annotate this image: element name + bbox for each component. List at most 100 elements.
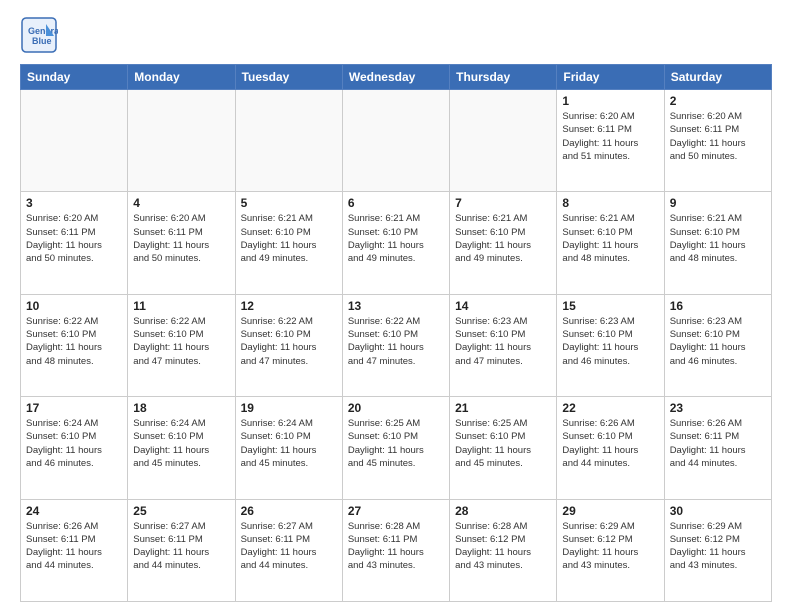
calendar-cell: 25 Sunrise: 6:27 AM Sunset: 6:11 PM Dayli… [128, 499, 235, 601]
day-info: Sunrise: 6:21 AM Sunset: 6:10 PM Dayligh… [455, 212, 551, 265]
day-info: Sunrise: 6:26 AM Sunset: 6:11 PM Dayligh… [26, 520, 122, 573]
weekday-header-thursday: Thursday [450, 65, 557, 90]
day-info: Sunrise: 6:21 AM Sunset: 6:10 PM Dayligh… [670, 212, 766, 265]
day-info: Sunrise: 6:28 AM Sunset: 6:11 PM Dayligh… [348, 520, 444, 573]
day-info: Sunrise: 6:25 AM Sunset: 6:10 PM Dayligh… [455, 417, 551, 470]
week-row-4: 17 Sunrise: 6:24 AM Sunset: 6:10 PM Dayli… [21, 397, 772, 499]
weekday-header-row: SundayMondayTuesdayWednesdayThursdayFrid… [21, 65, 772, 90]
calendar-cell: 22Sunrise: 6:26 AM Sunset: 6:10 PM Dayli… [557, 397, 664, 499]
logo-svg: General Blue [20, 16, 58, 54]
day-number: 8 [562, 196, 658, 210]
calendar-cell: 12Sunrise: 6:22 AM Sunset: 6:10 PM Dayli… [235, 294, 342, 396]
day-number: 25 [133, 504, 229, 518]
calendar-cell [235, 90, 342, 192]
calendar-cell [342, 90, 449, 192]
day-info: Sunrise: 6:23 AM Sunset: 6:10 PM Dayligh… [562, 315, 658, 368]
calendar-cell: 28 Sunrise: 6:28 AM Sunset: 6:12 PM Dayli… [450, 499, 557, 601]
calendar-cell: 9 Sunrise: 6:21 AM Sunset: 6:10 PM Daylig… [664, 192, 771, 294]
calendar-cell: 2 Sunrise: 6:20 AM Sunset: 6:11 PM Daylig… [664, 90, 771, 192]
day-number: 5 [241, 196, 337, 210]
day-info: Sunrise: 6:20 AM Sunset: 6:11 PM Dayligh… [26, 212, 122, 265]
calendar-cell: 23 Sunrise: 6:26 AM Sunset: 6:11 PM Dayli… [664, 397, 771, 499]
calendar-table: SundayMondayTuesdayWednesdayThursdayFrid… [20, 64, 772, 602]
day-info: Sunrise: 6:25 AM Sunset: 6:10 PM Dayligh… [348, 417, 444, 470]
calendar-cell: 14Sunrise: 6:23 AM Sunset: 6:10 PM Dayli… [450, 294, 557, 396]
logo: General Blue [20, 16, 58, 54]
day-number: 22 [562, 401, 658, 415]
week-row-3: 10 Sunrise: 6:22 AM Sunset: 6:10 PM Dayli… [21, 294, 772, 396]
calendar-cell: 20Sunrise: 6:25 AM Sunset: 6:10 PM Dayli… [342, 397, 449, 499]
logo-icon: General Blue [20, 16, 58, 54]
calendar-cell: 11 Sunrise: 6:22 AM Sunset: 6:10 PM Dayli… [128, 294, 235, 396]
week-row-5: 24 Sunrise: 6:26 AM Sunset: 6:11 PM Dayli… [21, 499, 772, 601]
calendar-cell: 15 Sunrise: 6:23 AM Sunset: 6:10 PM Dayli… [557, 294, 664, 396]
calendar-cell: 19Sunrise: 6:24 AM Sunset: 6:10 PM Dayli… [235, 397, 342, 499]
day-info: Sunrise: 6:23 AM Sunset: 6:10 PM Dayligh… [670, 315, 766, 368]
day-info: Sunrise: 6:20 AM Sunset: 6:11 PM Dayligh… [670, 110, 766, 163]
day-number: 9 [670, 196, 766, 210]
day-number: 17 [26, 401, 122, 415]
day-info: Sunrise: 6:22 AM Sunset: 6:10 PM Dayligh… [26, 315, 122, 368]
calendar-cell: 10 Sunrise: 6:22 AM Sunset: 6:10 PM Dayli… [21, 294, 128, 396]
day-number: 3 [26, 196, 122, 210]
day-number: 26 [241, 504, 337, 518]
day-info: Sunrise: 6:27 AM Sunset: 6:11 PM Dayligh… [133, 520, 229, 573]
day-number: 1 [562, 94, 658, 108]
day-number: 24 [26, 504, 122, 518]
day-info: Sunrise: 6:21 AM Sunset: 6:10 PM Dayligh… [348, 212, 444, 265]
page: General Blue SundayMondayTuesdayWednesda… [0, 0, 792, 612]
day-number: 13 [348, 299, 444, 313]
day-number: 12 [241, 299, 337, 313]
calendar-cell: 1 Sunrise: 6:20 AM Sunset: 6:11 PM Daylig… [557, 90, 664, 192]
calendar-cell [450, 90, 557, 192]
day-info: Sunrise: 6:22 AM Sunset: 6:10 PM Dayligh… [348, 315, 444, 368]
weekday-header-friday: Friday [557, 65, 664, 90]
day-info: Sunrise: 6:24 AM Sunset: 6:10 PM Dayligh… [133, 417, 229, 470]
weekday-header-saturday: Saturday [664, 65, 771, 90]
weekday-header-wednesday: Wednesday [342, 65, 449, 90]
day-number: 15 [562, 299, 658, 313]
day-info: Sunrise: 6:20 AM Sunset: 6:11 PM Dayligh… [562, 110, 658, 163]
day-info: Sunrise: 6:29 AM Sunset: 6:12 PM Dayligh… [562, 520, 658, 573]
day-info: Sunrise: 6:21 AM Sunset: 6:10 PM Dayligh… [562, 212, 658, 265]
day-number: 4 [133, 196, 229, 210]
calendar-cell: 21 Sunrise: 6:25 AM Sunset: 6:10 PM Dayli… [450, 397, 557, 499]
day-number: 11 [133, 299, 229, 313]
svg-text:General: General [28, 26, 58, 36]
day-number: 18 [133, 401, 229, 415]
weekday-header-monday: Monday [128, 65, 235, 90]
day-info: Sunrise: 6:24 AM Sunset: 6:10 PM Dayligh… [26, 417, 122, 470]
weekday-header-tuesday: Tuesday [235, 65, 342, 90]
calendar-cell: 24 Sunrise: 6:26 AM Sunset: 6:11 PM Dayli… [21, 499, 128, 601]
day-number: 28 [455, 504, 551, 518]
day-number: 19 [241, 401, 337, 415]
week-row-1: 1 Sunrise: 6:20 AM Sunset: 6:11 PM Daylig… [21, 90, 772, 192]
calendar-cell: 26Sunrise: 6:27 AM Sunset: 6:11 PM Dayli… [235, 499, 342, 601]
day-number: 29 [562, 504, 658, 518]
header: General Blue [20, 16, 772, 54]
calendar-cell: 13 Sunrise: 6:22 AM Sunset: 6:10 PM Dayli… [342, 294, 449, 396]
day-info: Sunrise: 6:26 AM Sunset: 6:11 PM Dayligh… [670, 417, 766, 470]
day-number: 23 [670, 401, 766, 415]
calendar-cell: 27Sunrise: 6:28 AM Sunset: 6:11 PM Dayli… [342, 499, 449, 601]
day-number: 6 [348, 196, 444, 210]
day-number: 16 [670, 299, 766, 313]
day-number: 14 [455, 299, 551, 313]
svg-text:Blue: Blue [32, 36, 52, 46]
day-number: 2 [670, 94, 766, 108]
day-number: 21 [455, 401, 551, 415]
day-info: Sunrise: 6:22 AM Sunset: 6:10 PM Dayligh… [133, 315, 229, 368]
calendar-cell: 18 Sunrise: 6:24 AM Sunset: 6:10 PM Dayli… [128, 397, 235, 499]
calendar-cell: 30Sunrise: 6:29 AM Sunset: 6:12 PM Dayli… [664, 499, 771, 601]
calendar-cell [21, 90, 128, 192]
day-info: Sunrise: 6:20 AM Sunset: 6:11 PM Dayligh… [133, 212, 229, 265]
calendar-cell: 29 Sunrise: 6:29 AM Sunset: 6:12 PM Dayli… [557, 499, 664, 601]
day-number: 10 [26, 299, 122, 313]
calendar-cell: 6 Sunrise: 6:21 AM Sunset: 6:10 PM Daylig… [342, 192, 449, 294]
day-info: Sunrise: 6:28 AM Sunset: 6:12 PM Dayligh… [455, 520, 551, 573]
day-number: 30 [670, 504, 766, 518]
calendar-cell: 4 Sunrise: 6:20 AM Sunset: 6:11 PM Daylig… [128, 192, 235, 294]
week-row-2: 3 Sunrise: 6:20 AM Sunset: 6:11 PM Daylig… [21, 192, 772, 294]
calendar-cell: 3 Sunrise: 6:20 AM Sunset: 6:11 PM Daylig… [21, 192, 128, 294]
calendar-cell: 7Sunrise: 6:21 AM Sunset: 6:10 PM Daylig… [450, 192, 557, 294]
